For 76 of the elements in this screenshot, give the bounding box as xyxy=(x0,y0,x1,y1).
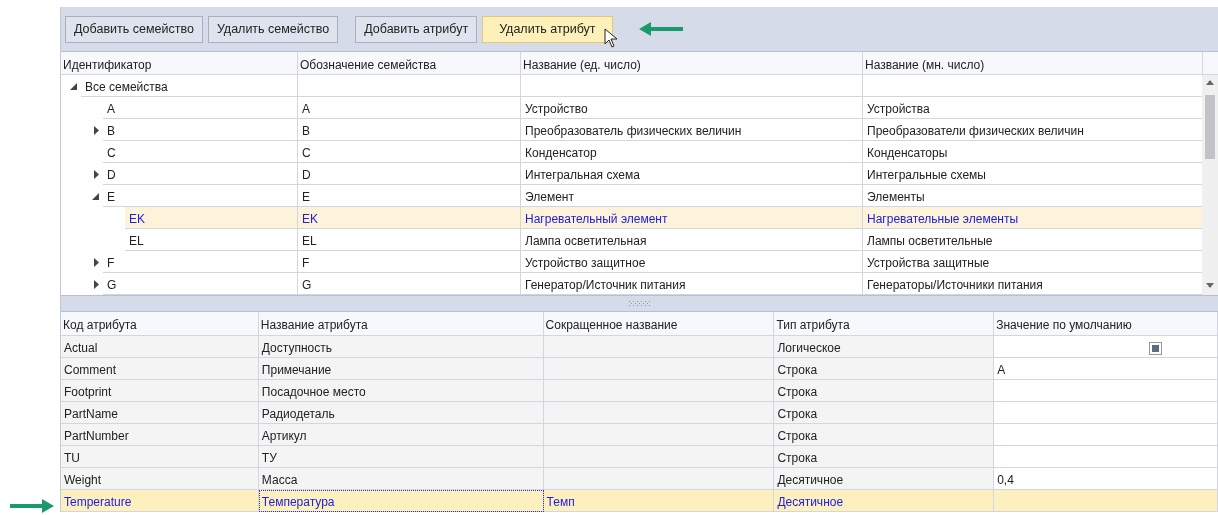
column-header[interactable]: Сокращенное название xyxy=(543,312,775,335)
scroll-down-icon[interactable] xyxy=(1206,283,1214,288)
table-cell: Примечание xyxy=(258,358,544,380)
table-cell[interactable]: F xyxy=(103,251,298,273)
toolbar-button[interactable]: Добавить атрибут xyxy=(355,15,478,43)
expand-icon[interactable] xyxy=(94,169,99,179)
table-cell: Лампа осветительная xyxy=(521,229,863,251)
table-cell: D xyxy=(298,163,521,185)
table-cell: 0,4 xyxy=(994,468,1218,490)
column-header[interactable]: Название (ед. число) xyxy=(521,52,863,74)
table-cell: Температура xyxy=(258,490,544,512)
table-cell: Строка xyxy=(774,358,995,380)
table-cell: Строка xyxy=(774,402,995,424)
table-cell: Weight xyxy=(61,468,259,490)
table-cell: F xyxy=(298,251,521,273)
table-cell: C xyxy=(298,141,521,163)
table-cell: B xyxy=(298,119,521,141)
table-cell: Comment xyxy=(61,358,259,380)
scroll-up-icon[interactable] xyxy=(1206,80,1214,85)
table-cell: Устройство защитное xyxy=(521,251,863,273)
scrollbar[interactable] xyxy=(1202,75,1218,295)
table-cell[interactable]: B xyxy=(103,119,298,141)
table-cell: Конденсатор xyxy=(521,141,863,163)
collapse-icon[interactable] xyxy=(92,192,99,200)
toolbar-button[interactable]: Удалить атрибут xyxy=(482,15,613,43)
checkbox[interactable] xyxy=(1149,342,1163,356)
arrow-icon xyxy=(8,498,56,514)
table-cell: EL xyxy=(298,229,521,251)
cursor-icon xyxy=(603,27,618,48)
table-cell: Посадочное место xyxy=(258,380,544,402)
table-cell: Десятичное xyxy=(774,490,995,512)
table-cell[interactable]: A xyxy=(103,97,298,119)
table-cell: A xyxy=(994,358,1218,380)
table-cell: EK xyxy=(298,207,521,229)
table-cell: Темп xyxy=(543,490,775,512)
table-cell: Радиодеталь xyxy=(258,402,544,424)
table-cell: Преобразователь физических величин xyxy=(521,119,863,141)
table-cell: Логическое xyxy=(774,336,995,358)
column-header[interactable]: Название атрибута xyxy=(258,312,544,335)
table-cell: Actual xyxy=(61,336,259,358)
toolbar-button[interactable]: Добавить семейство xyxy=(65,15,203,43)
table-cell: Десятичное xyxy=(774,468,995,490)
table-cell: Устройство xyxy=(521,97,863,119)
table-cell: Нагревательные элементы xyxy=(863,207,1203,229)
expand-icon[interactable] xyxy=(94,257,99,267)
scroll-thumb[interactable] xyxy=(1205,95,1215,159)
column-header[interactable]: Название (мн. число) xyxy=(863,52,1203,74)
table-cell[interactable]: EK xyxy=(125,207,298,229)
table-cell: PartName xyxy=(61,402,259,424)
column-header[interactable]: Значение по умолчанию xyxy=(994,312,1218,335)
table-cell[interactable]: D xyxy=(103,163,298,185)
expand-icon[interactable] xyxy=(94,125,99,135)
column-header[interactable]: Идентификатор xyxy=(61,52,298,74)
table-cell: Строка xyxy=(774,380,995,402)
column-header[interactable]: Обозначение семейства xyxy=(298,52,521,74)
table-cell: Строка xyxy=(774,446,995,468)
table-cell: Нагревательный элемент xyxy=(521,207,863,229)
toolbar-button[interactable]: Удалить семейство xyxy=(207,15,339,43)
table-cell[interactable]: C xyxy=(103,141,298,163)
table-cell: A xyxy=(298,97,521,119)
column-header[interactable]: Код атрибута xyxy=(61,312,259,335)
collapse-icon[interactable] xyxy=(70,82,77,90)
table-cell: Интегральная схема xyxy=(521,163,863,185)
table-cell: Артикул xyxy=(258,424,544,446)
table-cell[interactable]: Все семейства xyxy=(81,75,298,97)
table-cell: Строка xyxy=(774,424,995,446)
table-cell: Temperature xyxy=(61,490,259,512)
expand-icon[interactable] xyxy=(94,279,99,289)
table-cell[interactable]: EL xyxy=(125,229,298,251)
table-cell: TU xyxy=(61,446,259,468)
column-header[interactable]: Тип атрибута xyxy=(774,312,995,335)
table-cell: ТУ xyxy=(258,446,544,468)
table-cell: Доступность xyxy=(258,336,544,358)
table-cell: Масса xyxy=(258,468,544,490)
table-cell: Footprint xyxy=(61,380,259,402)
table-cell: PartNumber xyxy=(61,424,259,446)
